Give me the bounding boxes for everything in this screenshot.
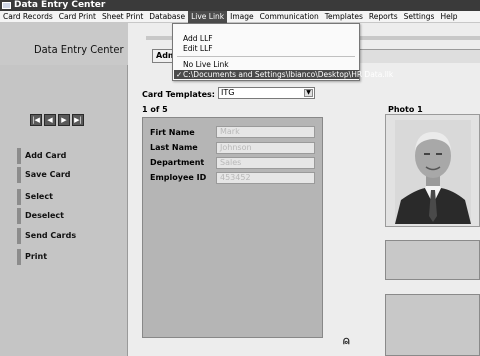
print-button[interactable]: Print: [17, 249, 101, 265]
banner-title: Data Entry Center: [34, 43, 124, 56]
page-indicator: 1 of 5: [142, 105, 168, 114]
previous-record-icon[interactable]: ◀: [44, 114, 56, 126]
window-title: Data Entry Center: [14, 0, 106, 10]
live-link-menu: Add LLF Edit LLF No Live Link ✓ C:\Docum…: [172, 23, 393, 81]
card-templates-select[interactable]: ITG ▼: [218, 87, 315, 99]
title-bar: Data Entry Center: [0, 0, 480, 11]
banner: Data Entry Center: [0, 23, 145, 65]
department-field[interactable]: Sales: [216, 157, 315, 169]
card-templates-label: Card Templates:: [142, 90, 215, 99]
photo-frame[interactable]: [385, 114, 480, 227]
photo-label: Photo 1: [388, 105, 423, 114]
employee-id-label: Employee ID: [150, 173, 207, 182]
menu-database[interactable]: Database: [146, 11, 188, 23]
menu-templates[interactable]: Templates: [322, 11, 366, 23]
last-name-label: Last Name: [150, 143, 198, 152]
menu-item-no-live-link[interactable]: No Live Link: [183, 60, 229, 69]
menu-live-link[interactable]: Live Link: [188, 11, 228, 23]
menu-bar: Card Records Card Print Sheet Print Databas…: [0, 11, 480, 23]
menu-settings[interactable]: Settings: [401, 11, 438, 23]
add-card-button[interactable]: Add Card: [17, 148, 101, 164]
menu-separator: [177, 56, 355, 57]
employee-photo: [395, 120, 471, 224]
first-record-icon[interactable]: |◀: [30, 114, 42, 126]
last-record-icon[interactable]: ▶|: [72, 114, 84, 126]
send-cards-button[interactable]: Send Cards: [17, 228, 101, 244]
menu-item-current-llk-label: C:\Documents and Settings\lbianco\Deskto…: [183, 70, 394, 79]
select-button[interactable]: Select: [17, 189, 101, 205]
photo-slot-3[interactable]: [385, 294, 480, 356]
next-record-icon[interactable]: ▶: [58, 114, 70, 126]
menu-reports[interactable]: Reports: [366, 11, 401, 23]
menu-sheet-print[interactable]: Sheet Print: [99, 11, 146, 23]
menu-help[interactable]: Help: [437, 11, 460, 23]
menu-image[interactable]: Image: [227, 11, 257, 23]
deselect-button[interactable]: Deselect: [17, 208, 101, 224]
menu-item-add-llf[interactable]: Add LLF: [183, 34, 213, 43]
menu-card-records[interactable]: Card Records: [0, 11, 56, 23]
menu-card-print[interactable]: Card Print: [56, 11, 99, 23]
department-label: Department: [150, 158, 205, 167]
menu-communication[interactable]: Communication: [257, 11, 322, 23]
app-icon: [2, 2, 11, 9]
employee-id-field[interactable]: 453452: [216, 172, 315, 184]
card-templates-value: ITG: [221, 88, 235, 97]
photo-slot-2[interactable]: [385, 240, 480, 280]
menu-item-edit-llf[interactable]: Edit LLF: [183, 44, 213, 53]
save-card-button[interactable]: Save Card: [17, 167, 101, 183]
menu-item-current-llk[interactable]: ✓ C:\Documents and Settings\lbianco\Desk…: [174, 70, 393, 79]
person-icon: ⍝: [343, 334, 350, 347]
last-name-field[interactable]: Johnson: [216, 142, 315, 154]
first-name-label: Firt Name: [150, 128, 195, 137]
checkmark-icon: ✓: [176, 70, 183, 79]
chevron-down-icon[interactable]: ▼: [304, 89, 313, 97]
record-navigator: |◀ ◀ ▶ ▶|: [30, 114, 90, 128]
first-name-field[interactable]: Mark: [216, 126, 315, 138]
